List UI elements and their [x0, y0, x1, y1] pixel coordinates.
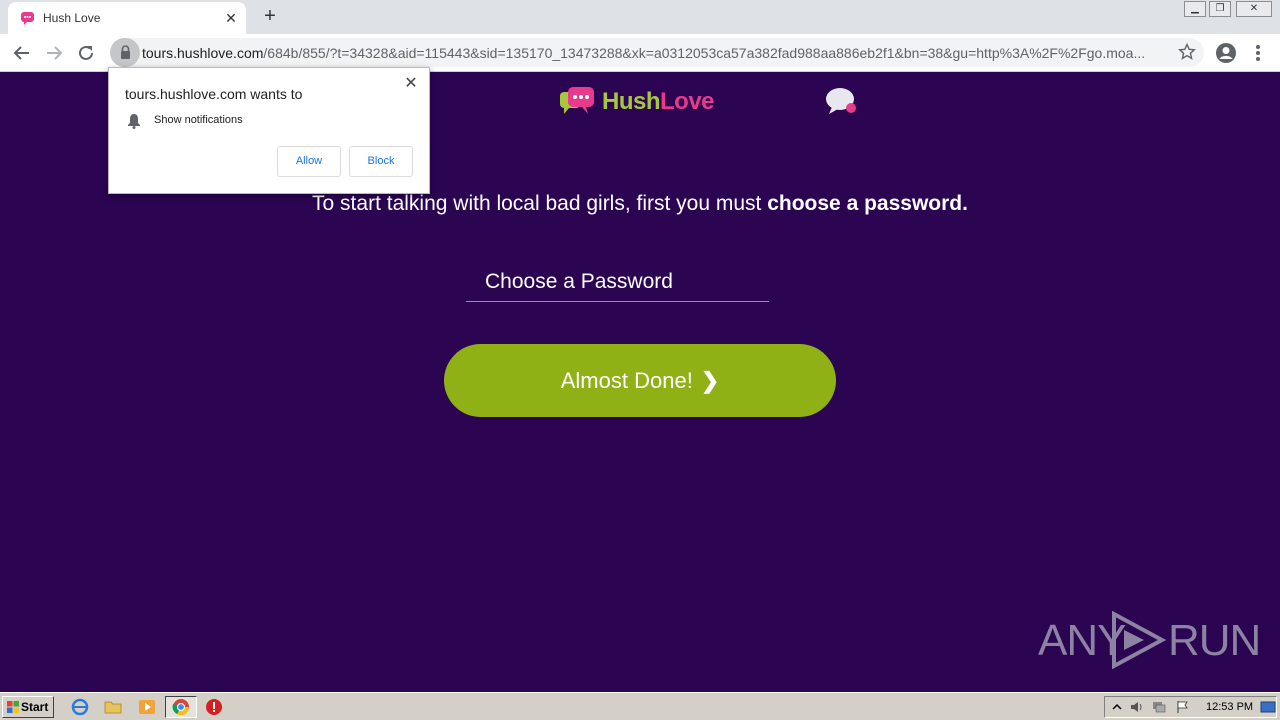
cta-label: Almost Done! — [560, 368, 693, 393]
window-minimize-button[interactable]: ▁ — [1184, 1, 1206, 17]
chevron-right-icon: ❯ — [700, 368, 720, 393]
media-player-icon[interactable] — [138, 698, 156, 716]
bell-icon — [128, 114, 140, 129]
prompt-permission-text: Show notifications — [154, 114, 243, 126]
star-icon[interactable] — [1178, 43, 1196, 61]
hushlove-favicon-icon — [21, 12, 34, 25]
prompt-title: tours.hushlove.com wants to — [125, 86, 303, 102]
taskbar-chrome-button[interactable] — [165, 696, 197, 718]
logo-bubbles-icon — [560, 87, 594, 114]
anyrun-watermark: ANY RUN — [1038, 608, 1261, 672]
action-center-flag-icon[interactable] — [1175, 700, 1191, 714]
tray-expand-icon[interactable] — [1109, 700, 1125, 714]
tab-hush-love[interactable]: Hush Love ✕ — [8, 2, 246, 34]
stop-icon[interactable] — [205, 698, 223, 716]
system-tray: 12:53 PM — [1104, 696, 1277, 718]
volume-icon[interactable] — [1129, 700, 1145, 714]
headline-text: To start talking with local bad girls, f… — [312, 192, 968, 215]
notification-permission-prompt: tours.hushlove.com wants to ✕ Show notif… — [108, 67, 430, 194]
back-icon[interactable] — [11, 42, 33, 64]
tab-title: Hush Love — [43, 11, 101, 25]
tab-strip: Hush Love ✕ + ▁ ❐ ✕ — [0, 0, 1280, 34]
window-close-button[interactable]: ✕ — [1236, 1, 1272, 17]
windows-flag-icon — [7, 701, 19, 713]
taskbar-clock: 12:53 PM — [1206, 701, 1254, 713]
start-button[interactable]: Start — [2, 696, 54, 718]
menu-icon[interactable] — [1250, 42, 1266, 64]
chat-icon[interactable] — [824, 86, 860, 116]
show-desktop-icon[interactable] — [1260, 700, 1276, 714]
window-maximize-button[interactable]: ❐ — [1209, 1, 1231, 17]
ie-icon[interactable] — [71, 698, 89, 716]
taskbar: Start 12:53 PM — [0, 692, 1280, 720]
profile-icon[interactable] — [1215, 42, 1237, 64]
chrome-icon — [172, 699, 189, 716]
reload-icon[interactable] — [75, 42, 97, 64]
prompt-close-icon[interactable]: ✕ — [403, 76, 419, 92]
allow-button[interactable]: Allow — [277, 146, 341, 177]
new-tab-button[interactable]: + — [258, 5, 282, 29]
play-icon — [1112, 610, 1167, 670]
hushlove-logo[interactable]: HushLove — [558, 84, 728, 118]
url-text: tours.hushlove.com/684b/855/?t=34328&aid… — [142, 45, 1146, 61]
folder-icon[interactable] — [104, 698, 122, 716]
watermark-right: RUN — [1168, 616, 1261, 665]
logo-text: HushLove — [602, 88, 715, 115]
start-label: Start — [21, 700, 49, 714]
almost-done-button[interactable]: Almost Done! ❯ — [444, 344, 836, 417]
tab-close-icon[interactable]: ✕ — [222, 9, 240, 27]
address-bar[interactable]: tours.hushlove.com/684b/855/?t=34328&aid… — [110, 38, 1204, 67]
block-button[interactable]: Block — [349, 146, 413, 177]
network-icon[interactable] — [1151, 700, 1167, 714]
forward-icon[interactable] — [43, 42, 65, 64]
lock-icon[interactable] — [110, 38, 140, 67]
password-input[interactable] — [466, 262, 769, 302]
